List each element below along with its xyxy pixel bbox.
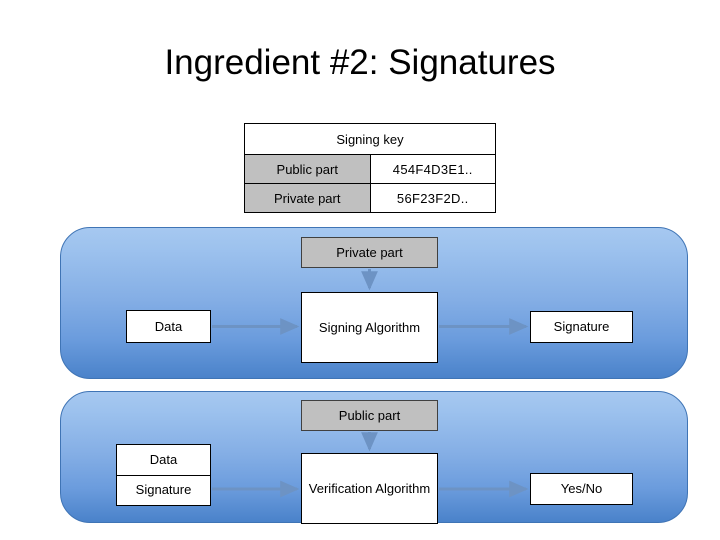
table-row: Private part 56F23F2D.. (244, 183, 496, 213)
verification-input-box: Data Signature (116, 444, 211, 506)
page-title: Ingredient #2: Signatures (164, 43, 556, 82)
signing-data-box: Data (126, 310, 211, 343)
verification-data-cell: Data (117, 445, 210, 476)
signing-signature-output-box: Signature (530, 311, 633, 343)
verification-result-box: Yes/No (530, 473, 633, 505)
signing-key-table-header: Signing key (244, 123, 496, 155)
signing-private-key-box: Private part (301, 237, 438, 268)
signing-algorithm-box: Signing Algorithm (301, 292, 438, 363)
verification-public-key-box: Public part (301, 400, 438, 431)
table-row-header: Signing key (244, 123, 496, 155)
verification-algorithm-box: Verification Algorithm (301, 453, 438, 524)
signing-key-table: Signing key Public part 454F4D3E1.. Priv… (244, 123, 496, 213)
public-part-label-cell: Public part (244, 154, 371, 184)
table-row: Public part 454F4D3E1.. (244, 154, 496, 184)
private-part-label-cell: Private part (244, 183, 371, 213)
verification-signature-cell: Signature (135, 482, 192, 498)
public-part-value-cell: 454F4D3E1.. (369, 154, 496, 184)
private-part-value-cell: 56F23F2D.. (369, 183, 496, 213)
slide-canvas: Ingredient #2: Signatures Signing key Pu… (0, 0, 720, 540)
